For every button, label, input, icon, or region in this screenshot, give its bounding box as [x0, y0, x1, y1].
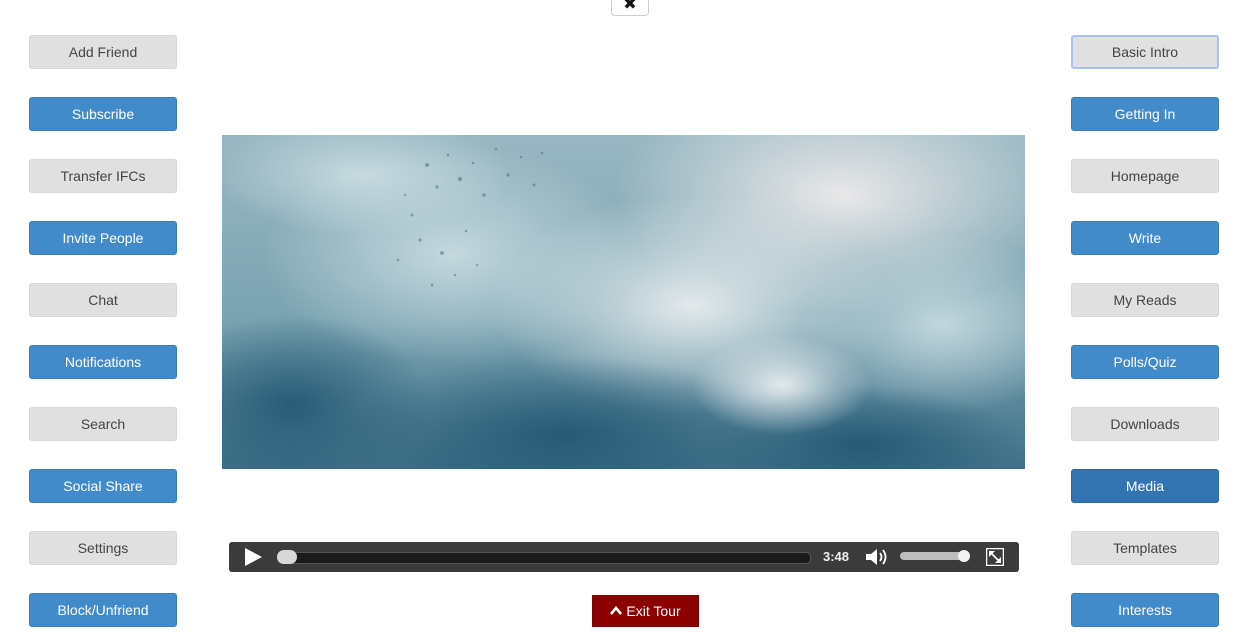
tour-page: ✖ Add Friend Subscribe Transfer IFCs Inv…	[0, 0, 1259, 638]
video-still-image	[222, 135, 1025, 469]
volume-handle[interactable]	[958, 550, 970, 562]
nav-write-button[interactable]: Write	[1071, 221, 1219, 255]
nav-search-button[interactable]: Search	[29, 407, 177, 441]
close-button[interactable]: ✖	[611, 0, 649, 16]
nav-invite-people-button[interactable]: Invite People	[29, 221, 177, 255]
exit-tour-button[interactable]: Exit Tour	[592, 595, 699, 627]
exit-tour-label: Exit Tour	[626, 603, 681, 619]
video-frame[interactable]	[222, 135, 1025, 469]
nav-interests-button[interactable]: Interests	[1071, 593, 1219, 627]
video-controls: 3:48	[229, 542, 1019, 572]
seek-handle[interactable]	[277, 550, 297, 564]
volume-slider[interactable]	[900, 552, 966, 560]
nav-media-button[interactable]: Media	[1071, 469, 1219, 503]
nav-downloads-button[interactable]: Downloads	[1071, 407, 1219, 441]
nav-transfer-ifcs-button[interactable]: Transfer IFCs	[29, 159, 177, 193]
nav-chat-button[interactable]: Chat	[29, 283, 177, 317]
seek-bar[interactable]	[277, 552, 811, 564]
nav-homepage-button[interactable]: Homepage	[1071, 159, 1219, 193]
left-nav: Add Friend Subscribe Transfer IFCs Invit…	[29, 35, 177, 638]
nav-subscribe-button[interactable]: Subscribe	[29, 97, 177, 131]
nav-notifications-button[interactable]: Notifications	[29, 345, 177, 379]
fullscreen-icon[interactable]	[986, 548, 1004, 566]
close-icon: ✖	[623, 0, 637, 13]
nav-basic-intro-button[interactable]: Basic Intro	[1071, 35, 1219, 69]
nav-templates-button[interactable]: Templates	[1071, 531, 1219, 565]
nav-getting-in-button[interactable]: Getting In	[1071, 97, 1219, 131]
nav-social-share-button[interactable]: Social Share	[29, 469, 177, 503]
right-nav: Basic Intro Getting In Homepage Write My…	[1071, 35, 1219, 638]
nav-my-reads-button[interactable]: My Reads	[1071, 283, 1219, 317]
nav-block-unfriend-button[interactable]: Block/Unfriend	[29, 593, 177, 627]
nav-polls-quiz-button[interactable]: Polls/Quiz	[1071, 345, 1219, 379]
nav-add-friend-button[interactable]: Add Friend	[29, 35, 177, 69]
volume-icon[interactable]	[865, 548, 889, 566]
duration-label: 3:48	[823, 549, 850, 564]
play-icon[interactable]	[243, 548, 263, 566]
chevron-up-icon	[610, 606, 623, 615]
nav-settings-button[interactable]: Settings	[29, 531, 177, 565]
